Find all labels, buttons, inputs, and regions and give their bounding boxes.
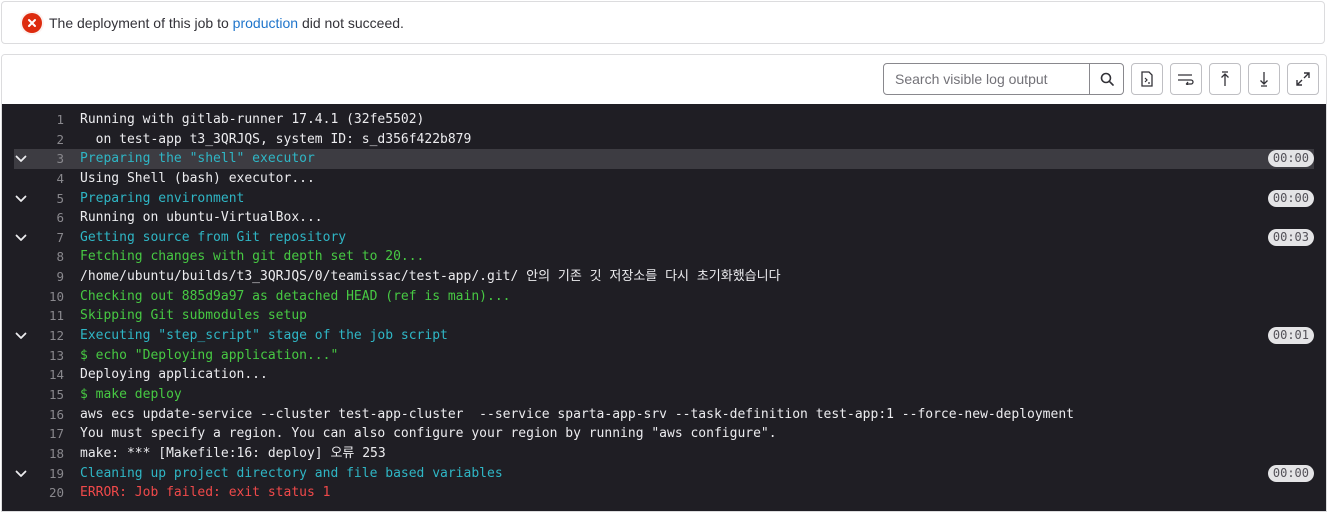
line-number[interactable]: 3 [46, 149, 64, 169]
log-line: 18 make: *** [Makefile:16: deploy] 오류 253 [2, 444, 1326, 464]
log-text: Running on ubuntu-VirtualBox... [80, 210, 323, 226]
log-line: 9/home/ubuntu/builds/t3_3QRJQS/0/teamiss… [2, 267, 1326, 287]
scroll-to-top-button[interactable] [1209, 63, 1241, 95]
raw-log-button[interactable] [1131, 63, 1163, 95]
line-number[interactable]: 18 [46, 444, 64, 464]
log-line: 15 $ make deploy [2, 385, 1326, 405]
line-number[interactable]: 11 [46, 306, 64, 326]
log-section-header[interactable]: 12 Executing "step_script" stage of the j… [2, 326, 1326, 346]
line-number[interactable]: 9 [46, 267, 64, 287]
raw-log-icon [1141, 71, 1153, 87]
line-number[interactable]: 17 [46, 424, 64, 444]
line-number[interactable]: 20 [46, 483, 64, 503]
log-text: Using Shell (bash) executor... [80, 170, 315, 186]
alert-suffix: did not succeed. [298, 14, 404, 31]
log-section-header[interactable]: 19 Cleaning up project directory and file… [2, 464, 1326, 484]
line-number[interactable]: 5 [46, 189, 64, 209]
chevron-down-icon[interactable] [14, 152, 28, 166]
log-line: 17 You must specify a region. You can als… [2, 424, 1326, 444]
log-toolbar [2, 55, 1326, 104]
log-text: Getting source from Git repository [80, 229, 347, 245]
chevron-down-icon[interactable] [14, 192, 28, 206]
search-log-input[interactable] [884, 64, 1090, 94]
log-text: Executing "step_script" stage of the job… [80, 328, 448, 344]
line-number[interactable]: 12 [46, 326, 64, 346]
log-line: 6 Running on ubuntu-VirtualBox... [2, 208, 1326, 228]
search-icon [1100, 72, 1114, 86]
log-section-header[interactable]: 3 Preparing the "shell" executor 00:00 [14, 149, 1314, 169]
log-line: 1 Running with gitlab-runner 17.4.1 (32fe… [2, 110, 1326, 130]
log-text: on test-app t3_3QRJQS, system ID: s_d356… [80, 131, 472, 147]
job-log: 1 Running with gitlab-runner 17.4.1 (32fe… [2, 104, 1326, 511]
line-number[interactable]: 10 [46, 287, 64, 307]
log-section-header[interactable]: 7 Getting source from Git repository 00:03 [2, 228, 1326, 248]
alert-message: The deployment of this job to production… [49, 15, 404, 31]
line-number[interactable]: 4 [46, 169, 64, 189]
log-text: Preparing the "shell" executor [80, 151, 315, 167]
log-section-header[interactable]: 5 Preparing environment 00:00 [2, 189, 1326, 209]
error-icon [22, 12, 42, 33]
chevron-down-icon[interactable] [14, 329, 28, 343]
line-number[interactable]: 13 [46, 346, 64, 366]
log-text: Running with gitlab-runner 17.4.1 (32fe5… [80, 112, 425, 127]
line-number[interactable]: 1 [46, 110, 64, 130]
alert-prefix: The deployment of this job to [49, 14, 233, 31]
section-duration-badge: 00:00 [1267, 150, 1314, 168]
section-duration-badge: 00:03 [1267, 228, 1314, 246]
scroll-to-top-icon [1221, 71, 1229, 86]
log-text: Fetching changes with git depth set to 2… [80, 249, 425, 265]
log-text: Skipping Git submodules setup [80, 308, 307, 324]
line-number[interactable]: 16 [46, 405, 64, 425]
search-button[interactable] [1089, 64, 1123, 94]
chevron-down-icon[interactable] [14, 467, 28, 481]
log-line: 16 aws ecs update-service --cluster test-… [2, 405, 1326, 425]
line-number[interactable]: 8 [46, 247, 64, 267]
line-number[interactable]: 6 [46, 208, 64, 228]
log-line: 20 ERROR: Job failed: exit status 1 [2, 483, 1326, 503]
log-line: 13 $ echo "Deploying application..." [2, 346, 1326, 366]
line-number[interactable]: 2 [46, 130, 64, 150]
line-number[interactable]: 14 [46, 365, 64, 385]
line-number[interactable]: 7 [46, 228, 64, 248]
log-text: $ echo "Deploying application..." [80, 347, 339, 363]
job-log-panel: 1 Running with gitlab-runner 17.4.1 (32fe… [1, 54, 1327, 512]
wrap-lines-button[interactable] [1170, 63, 1202, 95]
chevron-down-icon[interactable] [14, 231, 28, 245]
line-number[interactable]: 19 [46, 464, 64, 484]
section-duration-badge: 00:00 [1267, 189, 1314, 207]
environment-link[interactable]: production [233, 15, 298, 31]
log-search [883, 63, 1124, 95]
log-text: Checking out 885d9a97 as detached HEAD (… [80, 288, 511, 304]
section-duration-badge: 00:00 [1267, 464, 1314, 482]
log-line: 14 Deploying application... [2, 365, 1326, 385]
wrap-lines-icon [1178, 74, 1194, 85]
log-text: /home/ubuntu/builds/t3_3QRJQS/0/teamissa… [80, 269, 781, 285]
log-line: 4 Using Shell (bash) executor... [2, 169, 1326, 189]
log-text: Preparing environment [80, 190, 245, 206]
log-line: 11 Skipping Git submodules setup [2, 306, 1326, 326]
log-line: 10 Checking out 885d9a97 as detached HEAD… [2, 287, 1326, 307]
scroll-to-bottom-button[interactable] [1248, 63, 1280, 95]
section-duration-badge: 00:01 [1267, 327, 1314, 345]
log-text: $ make deploy [80, 386, 182, 402]
log-text: You must specify a region. You can also … [80, 426, 777, 442]
line-number[interactable]: 15 [46, 385, 64, 405]
log-text: aws ecs update-service --cluster test-ap… [80, 406, 1074, 422]
scroll-to-bottom-icon [1260, 72, 1268, 87]
log-text: Deploying application... [80, 367, 268, 383]
log-line: 2 on test-app t3_3QRJQS, system ID: s_d3… [2, 130, 1326, 150]
log-text: make: *** [Makefile:16: deploy] 오류 253 [80, 445, 386, 461]
log-line: 8 Fetching changes with git depth set to … [2, 247, 1326, 267]
fullscreen-icon [1296, 72, 1310, 86]
log-text: ERROR: Job failed: exit status 1 [80, 485, 331, 501]
deployment-failed-alert: The deployment of this job to production… [1, 1, 1325, 44]
log-text: Cleaning up project directory and file b… [80, 465, 503, 481]
fullscreen-button[interactable] [1287, 63, 1319, 95]
